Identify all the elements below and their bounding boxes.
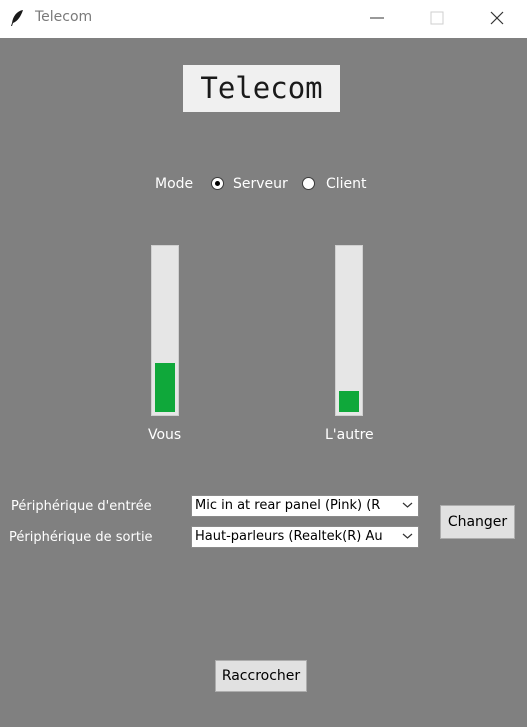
radio-client-label[interactable]: Client: [326, 176, 367, 192]
title-bar: Telecom: [0, 0, 527, 38]
close-icon: [490, 11, 504, 25]
output-device-label: Périphérique de sortie: [9, 530, 153, 545]
chevron-down-icon: [402, 502, 413, 508]
output-device-select[interactable]: Haut-parleurs (Realtek(R) Au: [191, 526, 419, 548]
meter-autre-fill: [339, 391, 359, 412]
hangup-button[interactable]: Raccrocher: [215, 660, 307, 692]
meter-vous: [151, 245, 179, 416]
minimize-button[interactable]: [347, 0, 407, 36]
window-body: [0, 38, 527, 727]
feather-icon: [11, 10, 23, 26]
meter-autre-label: L'autre: [325, 427, 374, 443]
radio-serveur-label[interactable]: Serveur: [233, 176, 288, 192]
radio-client[interactable]: [302, 177, 315, 190]
maximize-button[interactable]: [407, 0, 467, 36]
radio-serveur[interactable]: [211, 177, 224, 190]
mode-label: Mode: [155, 176, 194, 192]
change-device-button[interactable]: Changer: [440, 505, 515, 539]
input-device-select[interactable]: Mic in at rear panel (Pink) (R: [191, 495, 419, 517]
meter-autre: [335, 245, 363, 416]
maximize-icon: [430, 11, 444, 25]
input-device-label: Périphérique d'entrée: [11, 499, 152, 514]
chevron-down-icon: [402, 533, 413, 539]
output-device-value: Haut-parleurs (Realtek(R) Au: [195, 529, 383, 544]
meter-vous-fill: [155, 363, 175, 412]
close-button[interactable]: [467, 0, 527, 36]
radio-selected-dot: [215, 181, 220, 186]
meter-vous-label: Vous: [148, 427, 182, 443]
window-title: Telecom: [35, 9, 93, 25]
minimize-icon: [370, 17, 384, 19]
app-heading: Telecom: [183, 65, 340, 112]
input-device-value: Mic in at rear panel (Pink) (R: [195, 498, 381, 513]
